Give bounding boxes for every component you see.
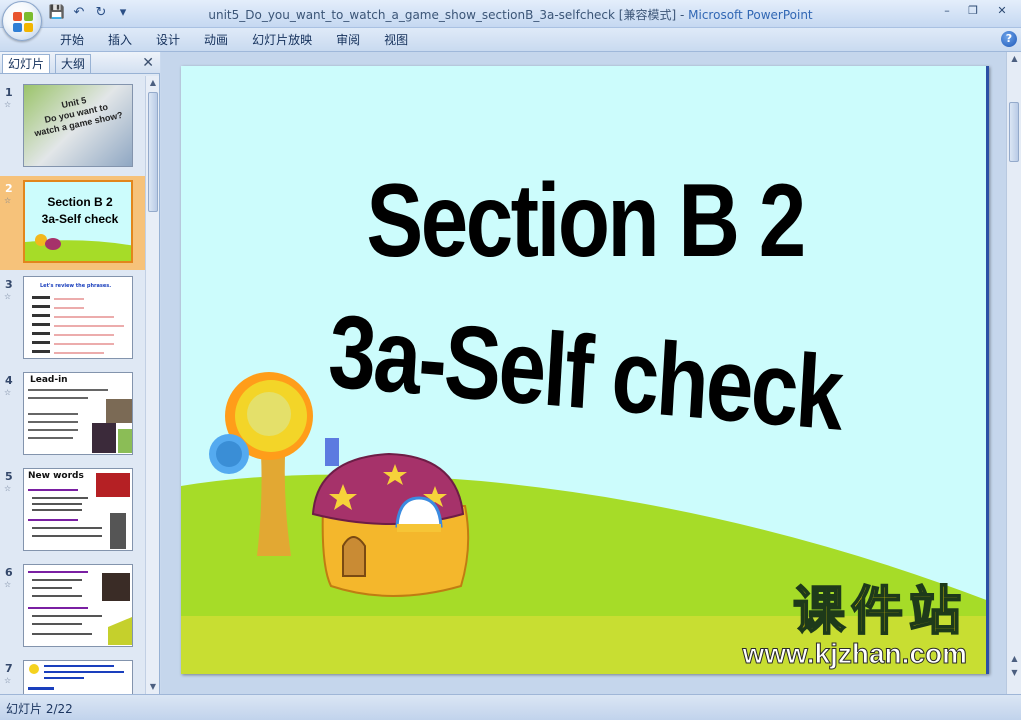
scroll-thumb[interactable]	[148, 92, 158, 212]
animation-star-icon: ☆	[4, 196, 12, 205]
office-button[interactable]	[2, 1, 42, 41]
status-bar: 幻灯片 2/22	[0, 694, 1021, 720]
document-name: unit5_Do_you_want_to_watch_a_game_show_s…	[208, 8, 677, 22]
animation-star-icon: ☆	[4, 292, 12, 301]
animation-star-icon: ☆	[4, 484, 12, 493]
application-name: Microsoft PowerPoint	[688, 8, 813, 22]
slide-thumbnail[interactable]: Lead-in	[23, 372, 133, 455]
window-title: unit5_Do_you_want_to_watch_a_game_show_s…	[0, 6, 1021, 23]
slide-number: 4	[5, 374, 13, 387]
slide-number: 5	[5, 470, 13, 483]
slide-thumbnail[interactable]: Unit 5 Do you want to watch a game show?	[23, 84, 133, 167]
slide-editor: Section B 2 3a-Self check 课件站 www.kjzhan…	[161, 52, 1006, 694]
slide-thumbnail[interactable]	[23, 564, 133, 647]
thumbnail-art	[28, 389, 132, 453]
slide-thumbnail[interactable]: Section B 2 3a-Self check	[23, 180, 133, 263]
slide-number: 3	[5, 278, 13, 291]
slide-counter: 幻灯片 2/22	[6, 702, 73, 716]
animation-star-icon: ☆	[4, 676, 12, 685]
previous-slide-icon[interactable]: ▲	[1007, 652, 1021, 666]
slide-thumbnail[interactable]: New words	[23, 468, 133, 551]
thumbnail-art	[28, 571, 132, 645]
thumbnail-row-6[interactable]: 6 ☆	[0, 560, 145, 654]
title-separator: -	[676, 8, 689, 22]
slide-number: 1	[5, 86, 13, 99]
thumbnail-row-4[interactable]: 4 ☆ Lead-in	[0, 368, 145, 462]
tab-slides[interactable]: 幻灯片	[2, 54, 51, 73]
thumbnail-row-1[interactable]: 1 ☆ Unit 5 Do you want to watch a game s…	[0, 80, 145, 174]
current-slide[interactable]: Section B 2 3a-Self check 课件站 www.kjzhan…	[181, 66, 989, 674]
slides-pane: 幻灯片 大纲 ✕ 1 ☆ Unit 5 Do you want to watch…	[0, 52, 160, 694]
thumbnail-art	[25, 234, 131, 261]
tab-outline[interactable]: 大纲	[55, 54, 92, 73]
slide-number: 2	[5, 182, 13, 195]
tab-review[interactable]: 审阅	[324, 31, 372, 49]
close-pane-icon[interactable]: ✕	[142, 55, 154, 71]
scroll-thumb[interactable]	[1009, 102, 1019, 162]
thumbnail-lines	[32, 296, 124, 354]
next-slide-icon[interactable]: ▼	[1007, 666, 1021, 680]
title-bar: 💾 ↶ ↻ ▾ unit5_Do_you_want_to_watch_a_gam…	[0, 0, 1021, 28]
thumbnail-row-5[interactable]: 5 ☆ New words	[0, 464, 145, 558]
pane-tabs: 幻灯片 大纲 ✕	[0, 52, 160, 74]
thumbnail-art	[28, 473, 130, 549]
minimize-icon[interactable]: –	[935, 2, 959, 20]
watermark-url: www.kjzhan.com	[742, 638, 968, 669]
animation-star-icon: ☆	[4, 580, 12, 589]
restore-icon[interactable]: ❐	[961, 2, 985, 20]
thumbnail-row-2[interactable]: 2 ☆ Section B 2 3a-Self check	[0, 176, 145, 270]
window-controls: – ❐ ✕	[935, 2, 1017, 20]
help-icon[interactable]: ?	[1001, 31, 1017, 47]
thumbnail-row-7[interactable]: 7 ☆	[0, 656, 145, 694]
animation-star-icon: ☆	[4, 100, 12, 109]
slide-thumbnails: 1 ☆ Unit 5 Do you want to watch a game s…	[0, 76, 145, 694]
thumbnail-art	[28, 664, 124, 690]
tab-design[interactable]: 设计	[144, 31, 192, 49]
tab-insert[interactable]: 插入	[96, 31, 144, 49]
pane-scrollbar[interactable]: ▲ ▼	[145, 76, 159, 694]
tab-home[interactable]: 开始	[48, 31, 96, 49]
watermark: 课件站 www.kjzhan.com	[742, 582, 968, 669]
scroll-up-icon[interactable]: ▲	[1007, 52, 1021, 66]
watermark-text: 课件站	[792, 582, 967, 642]
tab-view[interactable]: 视图	[372, 31, 420, 49]
slide-number: 7	[5, 662, 13, 675]
scroll-down-icon[interactable]: ▼	[146, 680, 160, 694]
thumbnail-row-3[interactable]: 3 ☆ Let's review the phrases.	[0, 272, 145, 366]
slide-title-line1[interactable]: Section B 2	[254, 162, 917, 281]
slide-number: 6	[5, 566, 13, 579]
ribbon-tabs: 开始 插入 设计 动画 幻灯片放映 审阅 视图	[48, 31, 420, 49]
scroll-up-icon[interactable]: ▲	[146, 76, 160, 90]
office-logo-icon	[13, 12, 33, 32]
slide-thumbnail[interactable]	[23, 660, 133, 694]
tab-slideshow[interactable]: 幻灯片放映	[240, 31, 324, 49]
tab-animations[interactable]: 动画	[192, 31, 240, 49]
slide-scrollbar[interactable]: ▲ ▲ ▼	[1006, 52, 1021, 694]
ribbon: 开始 插入 设计 动画 幻灯片放映 审阅 视图 ?	[0, 28, 1021, 52]
slide-thumbnail[interactable]: Let's review the phrases.	[23, 276, 133, 359]
slide-edge	[986, 66, 989, 674]
close-icon[interactable]: ✕	[987, 2, 1017, 20]
animation-star-icon: ☆	[4, 388, 12, 397]
